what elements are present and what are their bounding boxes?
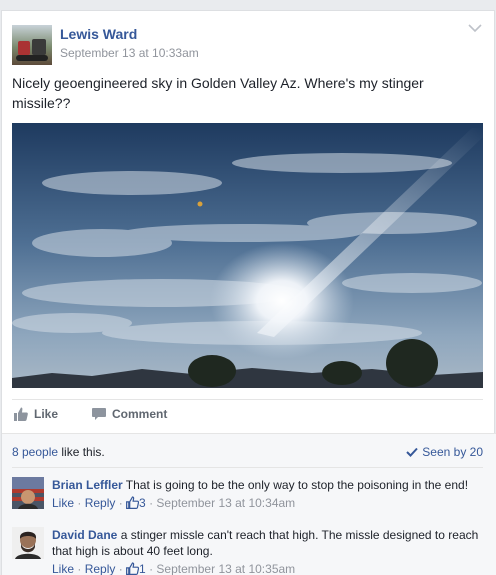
thumbs-up-outline-icon xyxy=(126,562,140,575)
author-name[interactable]: Lewis Ward xyxy=(60,26,137,42)
post-actions: Like Comment xyxy=(12,407,482,425)
seen-by[interactable]: Seen by 20 xyxy=(406,445,483,459)
comment-timestamp[interactable]: September 13 at 10:35am xyxy=(156,562,295,575)
likes-suffix: like this. xyxy=(58,445,105,459)
comment-timestamp[interactable]: September 13 at 10:34am xyxy=(156,496,295,510)
post-card: Lewis Ward September 13 at 10:33am Nicel… xyxy=(1,10,496,575)
comment-item: David Dane a stinger missle can't reach … xyxy=(12,527,482,575)
comment-meta: Like · Reply · 1 · September 13 at 10:35… xyxy=(52,562,296,575)
post-header: Lewis Ward September 13 at 10:33am xyxy=(12,23,482,65)
likes-summary: 8 people like this. xyxy=(12,445,105,459)
commenter-avatar[interactable] xyxy=(12,527,44,559)
comment-label: Comment xyxy=(112,407,168,421)
comment-like-count-value: 1 xyxy=(139,562,146,575)
comment-text: That is going to be the only way to stop… xyxy=(122,478,469,492)
comments-section: 8 people like this. Seen by 20 Brian Lef… xyxy=(2,433,496,575)
thumbs-up-icon xyxy=(14,407,28,421)
like-label: Like xyxy=(34,407,59,421)
commenter-avatar[interactable] xyxy=(12,477,44,509)
chevron-down-icon[interactable] xyxy=(468,23,482,33)
post-photo[interactable] xyxy=(12,123,483,388)
comment-like-count[interactable]: 1 xyxy=(126,562,146,575)
comment-like-count-value: 3 xyxy=(139,496,146,510)
post-timestamp[interactable]: September 13 at 10:33am xyxy=(60,46,199,60)
like-button[interactable]: Like xyxy=(14,407,58,421)
thumbs-up-outline-icon xyxy=(126,496,140,509)
comment-reply-button[interactable]: Reply xyxy=(85,562,116,575)
comment-icon xyxy=(92,407,106,420)
author-avatar[interactable] xyxy=(12,25,52,65)
comment-button[interactable]: Comment xyxy=(92,407,167,421)
comment-body: Brian Leffler That is going to be the on… xyxy=(52,477,482,510)
comment-meta: Like · Reply · 3 · September 13 at 10:34… xyxy=(52,496,296,510)
comment-like-button[interactable]: Like xyxy=(52,562,74,575)
comment-like-count[interactable]: 3 xyxy=(126,496,146,510)
comment-reply-button[interactable]: Reply xyxy=(85,496,116,510)
comment-author[interactable]: David Dane xyxy=(52,528,117,542)
comment-body: David Dane a stinger missle can't reach … xyxy=(52,527,482,575)
checkmark-icon xyxy=(406,447,419,457)
post-text: Nicely geoengineered sky in Golden Valle… xyxy=(12,75,424,111)
divider xyxy=(12,399,483,400)
seen-by-label: Seen by 20 xyxy=(422,445,483,459)
comment-item: Brian Leffler That is going to be the on… xyxy=(12,477,482,517)
likes-link[interactable]: 8 people xyxy=(12,445,58,459)
divider xyxy=(12,467,483,468)
comment-author[interactable]: Brian Leffler xyxy=(52,478,123,492)
comment-like-button[interactable]: Like xyxy=(52,496,74,510)
